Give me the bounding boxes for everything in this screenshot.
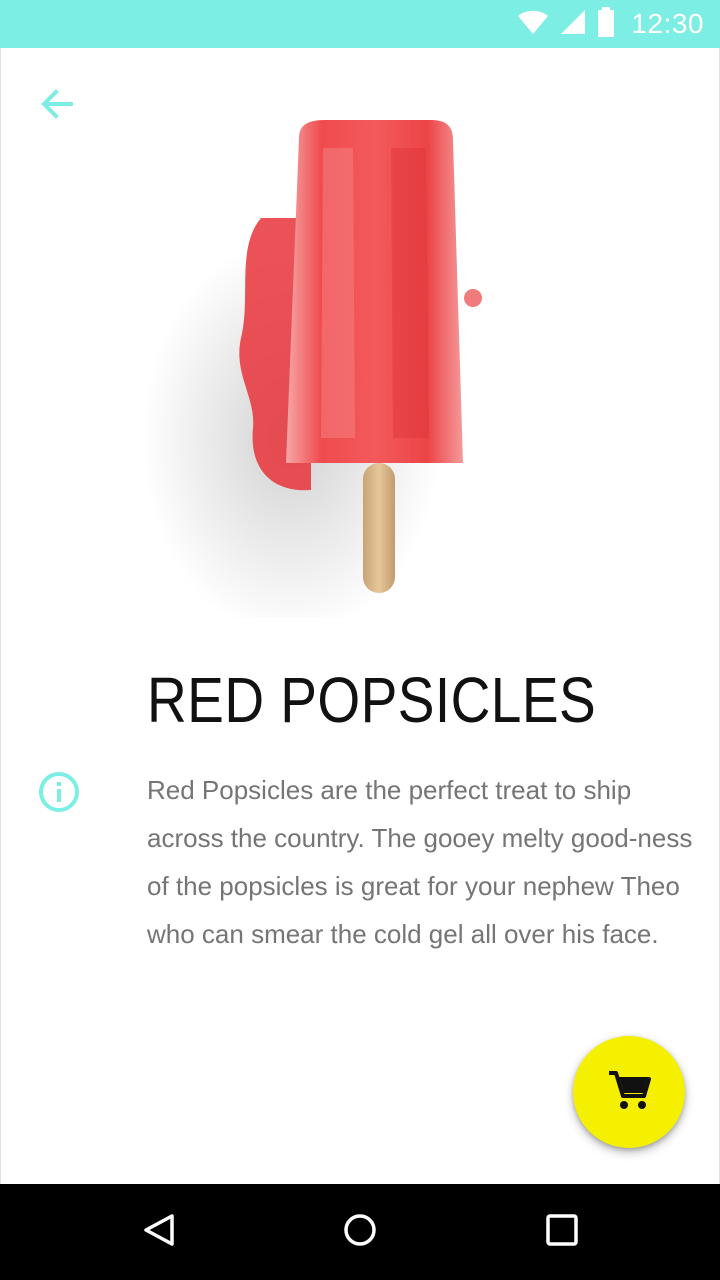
add-to-cart-fab[interactable] <box>573 1036 685 1148</box>
battery-icon <box>597 6 615 42</box>
status-bar: 12:30 <box>0 0 720 48</box>
nav-recents-button[interactable] <box>526 1204 598 1260</box>
nav-home-button[interactable] <box>324 1204 396 1260</box>
shopping-cart-icon <box>607 1068 651 1117</box>
status-icons: 12:30 <box>517 0 704 48</box>
status-time: 12:30 <box>631 8 704 39</box>
detail-content: RED POPSICLES Red Popsicles are the perf… <box>0 48 720 1184</box>
red-popsicle-image <box>141 108 501 638</box>
cellular-icon <box>559 8 587 41</box>
recents-square-icon <box>544 1212 580 1253</box>
product-description: Red Popsicles are the perfect treat to s… <box>147 775 693 949</box>
home-circle-icon <box>342 1212 378 1253</box>
system-nav-bar <box>0 1184 720 1280</box>
product-title: RED POPSICLES <box>147 664 597 736</box>
wifi-icon <box>517 8 549 41</box>
back-triangle-icon <box>142 1212 178 1253</box>
arrow-back-icon <box>37 84 77 129</box>
info-icon <box>37 770 81 814</box>
back-button[interactable] <box>29 78 85 134</box>
nav-back-button[interactable] <box>124 1204 196 1260</box>
